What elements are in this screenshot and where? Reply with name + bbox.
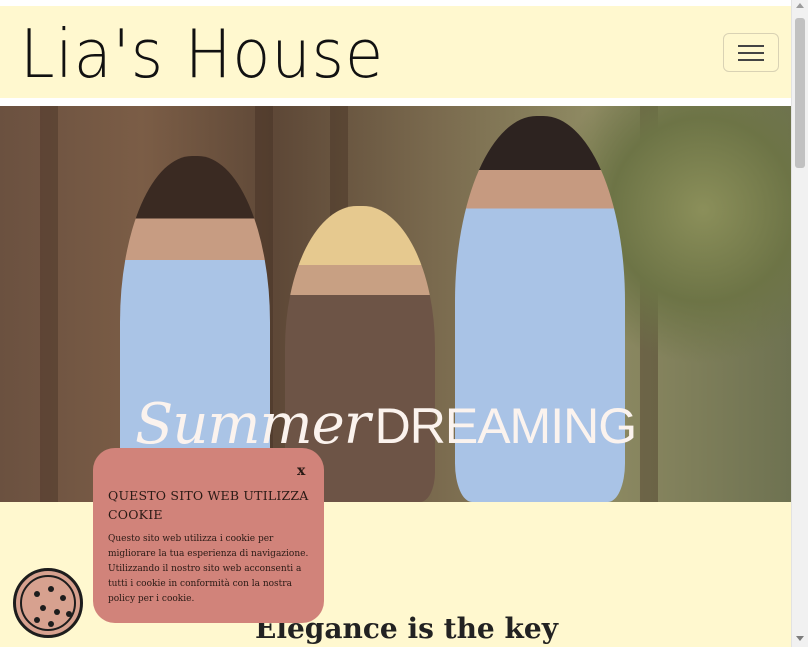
- cookie-icon: [20, 575, 76, 631]
- vertical-scrollbar[interactable]: [791, 0, 808, 647]
- hero-title-caps: DREAMING: [374, 398, 637, 454]
- scroll-down-arrow-icon[interactable]: [796, 636, 804, 641]
- page: Lia's House Summer DREAMING Elegance is …: [0, 0, 791, 647]
- cookie-consent-panel: x QUESTO SITO WEB UTILIZZA COOKIE Questo…: [93, 448, 324, 623]
- cookie-title: QUESTO SITO WEB UTILIZZA COOKIE: [108, 488, 309, 522]
- cookie-settings-button[interactable]: [13, 568, 83, 638]
- menu-toggle-button[interactable]: [723, 33, 779, 72]
- brand-logo[interactable]: Lia's House: [20, 8, 384, 101]
- navbar-divider: [0, 98, 791, 106]
- wood-plank: [40, 106, 58, 502]
- hero-banner: Summer DREAMING: [0, 106, 791, 502]
- cookie-text: Questo sito web utilizza i cookie per mi…: [108, 534, 309, 604]
- navbar: Lia's House: [0, 6, 791, 98]
- cookie-close-button[interactable]: x: [297, 463, 305, 479]
- scroll-up-arrow-icon[interactable]: [796, 3, 804, 8]
- scrollbar-thumb[interactable]: [795, 18, 805, 168]
